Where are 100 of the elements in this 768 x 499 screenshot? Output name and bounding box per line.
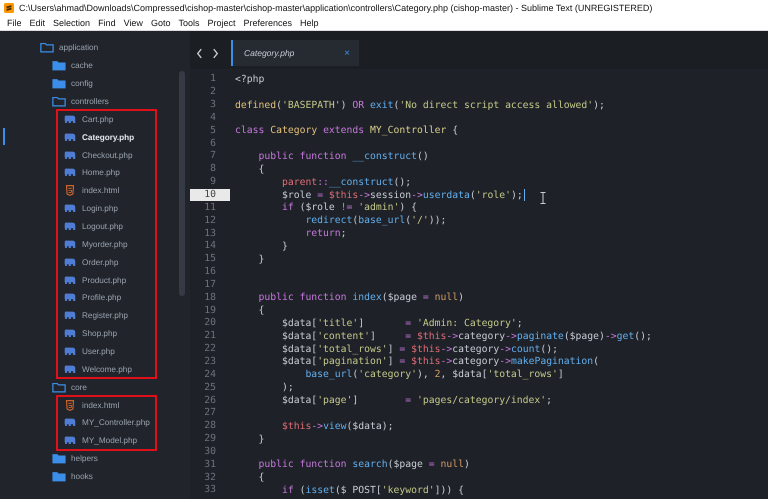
line-number: 1	[209, 73, 217, 86]
elephant-icon	[63, 364, 77, 375]
folder-entry[interactable]: hooks	[0, 468, 190, 486]
folder-entry[interactable]: cache	[0, 56, 190, 75]
elephant-icon	[63, 328, 77, 340]
tree-entry[interactable]: Product.php	[0, 271, 190, 290]
elephant-icon	[63, 203, 77, 214]
code-line: {	[257, 305, 264, 316]
code-line: if ($role != 'admin') {	[280, 202, 418, 214]
line-number: 13	[203, 228, 217, 240]
elephant-icon	[63, 417, 77, 428]
code-line: $data['page'] = 'pages/category/index';	[280, 395, 552, 406]
tree-entry[interactable]: Shop.php	[0, 324, 190, 343]
line-number: 27	[203, 407, 217, 420]
line-number: 8	[209, 163, 217, 176]
tree-entry[interactable]: Order.php	[0, 253, 190, 272]
tree-entry[interactable]: Checkout.php	[0, 146, 190, 164]
menu-item[interactable]: Tools	[174, 18, 204, 28]
elephant-icon	[63, 435, 77, 446]
menu-item[interactable]: Selection	[49, 18, 94, 28]
line-number: 16	[203, 266, 217, 278]
tree-entry[interactable]: Home.php	[0, 164, 190, 182]
code-line: $role = $this->session->userdata('role');	[280, 190, 523, 201]
tree-entry[interactable]: Myorder.php	[0, 235, 190, 254]
code-line: {	[257, 472, 264, 484]
line-number: 3	[209, 99, 217, 112]
line-number: 5	[209, 124, 217, 137]
elephant-icon	[63, 132, 77, 143]
window-title: C:\Users\ahmad\Downloads\Compressed\cishop-master\cishop-master\application\controllers\Category.php (cishop-master) - Sublime Text (UNREGISTERED)	[19, 3, 652, 13]
menu-item[interactable]: Preferences	[239, 18, 296, 28]
tree-entry[interactable]: User.php	[0, 342, 190, 360]
folder-entry[interactable]: core	[0, 378, 190, 396]
menu-item[interactable]: Help	[296, 18, 323, 28]
line-number: 25	[203, 382, 217, 394]
code-line: class Category extends MY_Controller {	[235, 125, 458, 136]
tree-entry[interactable]: Cart.php	[0, 110, 190, 128]
menu-item[interactable]: Edit	[26, 18, 50, 28]
app-logo-icon	[4, 3, 14, 13]
line-number: 6	[209, 138, 217, 150]
folder-entry[interactable]: helpers	[0, 450, 190, 468]
folder-entry[interactable]: application	[0, 39, 190, 57]
code-line: public function index($page = null)	[257, 292, 464, 304]
code-line: base_url('category'), 2, $data['total_rows']	[304, 369, 564, 380]
line-number: 11	[203, 202, 217, 214]
file-tab[interactable]: Category.php ×	[231, 40, 359, 66]
tree-entry[interactable]: MY_Model.php	[0, 432, 190, 450]
menu-item[interactable]: View	[120, 18, 147, 28]
code-line: parent::__construct();	[280, 176, 412, 188]
line-number: 4	[209, 112, 217, 124]
menu-item[interactable]: Goto	[146, 18, 174, 28]
line-number: 18	[203, 292, 217, 304]
elephant-icon	[63, 346, 77, 358]
line-number: 17	[203, 278, 217, 291]
line-number: 26	[203, 394, 217, 407]
scrollbar-thumb[interactable]	[179, 71, 185, 296]
code-line: if (isset($ POST['keyword'])) {	[280, 484, 464, 496]
folder-entry[interactable]: controllers	[0, 92, 190, 110]
line-number: 21	[203, 330, 217, 342]
code-line: $data['title'] = 'Admin: Category';	[280, 318, 523, 329]
line-number: 29	[203, 433, 217, 446]
elephant-icon	[63, 238, 77, 250]
elephant-icon	[63, 221, 77, 232]
i-beam-cursor-icon	[540, 192, 546, 204]
tree-entry[interactable]: Logout.php	[0, 218, 190, 236]
line-number: 31	[203, 458, 217, 471]
menu-item[interactable]: File	[3, 18, 26, 28]
line-number: 2	[209, 86, 217, 98]
tree-entry[interactable]: Profile.php	[0, 289, 190, 307]
line-number: 20	[203, 317, 217, 330]
code-line: $data['pagination'] = $this->category->makePagination(	[280, 356, 600, 368]
elephant-icon	[63, 256, 77, 268]
folder-entry[interactable]: config	[0, 74, 190, 93]
code-line: }	[257, 434, 264, 445]
line-number: 9	[209, 176, 217, 188]
line-number: 22	[203, 343, 217, 356]
code-line: $data['content'] = $this->category->paginate($page)->get();	[280, 330, 652, 342]
line-number: 7	[209, 150, 217, 162]
code-line: defined('BASEPATH') OR exit('No direct script access allowed');	[235, 100, 605, 111]
html-file-icon	[63, 185, 77, 196]
code-line: return;	[304, 228, 347, 240]
menu-item[interactable]: Find	[94, 18, 120, 28]
code-line: }	[257, 254, 264, 265]
line-number: 33	[203, 484, 217, 496]
code-line: {	[257, 164, 264, 175]
code-line: }	[280, 240, 288, 252]
elephant-icon	[63, 274, 77, 286]
menu-item[interactable]: Project	[203, 18, 240, 28]
close-button[interactable]: ×	[344, 48, 350, 58]
tree-entry[interactable]: index.html	[0, 182, 190, 200]
tree-entry[interactable]: index.html	[0, 396, 190, 414]
tree-entry[interactable]: Category.php	[0, 128, 190, 146]
tree-entry[interactable]: MY_Controller.php	[0, 414, 190, 432]
tree-entry[interactable]: Register.php	[0, 306, 190, 325]
code-line: public function search($page = null)	[257, 459, 470, 470]
code-line: public function __construct()	[257, 150, 429, 162]
elephant-icon	[63, 114, 77, 125]
elephant-icon	[63, 150, 77, 161]
tree-entry[interactable]: Login.php	[0, 200, 190, 218]
line-number: 15	[203, 253, 217, 266]
tree-entry[interactable]: Welcome.php	[0, 360, 190, 378]
